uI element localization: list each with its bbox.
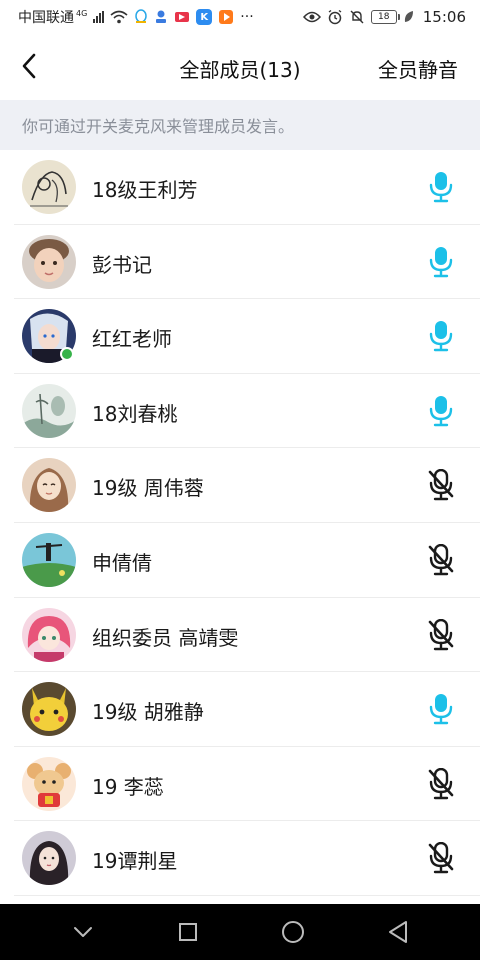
- microphone-muted-icon: [428, 618, 454, 650]
- microphone-muted-icon: [428, 842, 454, 874]
- sketch-avatar: [22, 160, 76, 214]
- member-name: 19 李蕊: [92, 774, 164, 799]
- status-bar: 中国联通 4G K ··· 18 15:06: [0, 0, 480, 34]
- ink-painting-avatar: [22, 383, 76, 438]
- chevron-down-icon: [73, 927, 92, 937]
- member-name: 18级王利芳: [92, 178, 198, 202]
- app-notification-icon: [156, 10, 167, 23]
- microphone-icon: [429, 321, 453, 352]
- pikachu-avatar: [22, 682, 76, 737]
- member-row[interactable]: 申倩倩: [0, 523, 480, 598]
- microphone-muted-icon: [428, 543, 454, 576]
- microphone-icon: [429, 172, 453, 203]
- nav-collapse-button[interactable]: [63, 912, 103, 952]
- mic-toggle[interactable]: [424, 319, 458, 353]
- microphone-icon: [429, 246, 453, 277]
- play-app-icon: [219, 10, 234, 24]
- mic-toggle[interactable]: [424, 543, 458, 577]
- pink-anime-avatar: [22, 607, 76, 662]
- member-name: 组织委员 高靖雯: [92, 625, 239, 650]
- member-row[interactable]: 组织委员 高靖雯: [0, 598, 480, 673]
- status-left: 中国联通 4G K ···: [18, 7, 254, 27]
- member-name: 19级 周伟蓉: [92, 476, 204, 501]
- member-name: 彭书记: [92, 252, 152, 277]
- member-row[interactable]: 19谭荆星: [0, 821, 480, 896]
- triangle-back-icon: [388, 921, 407, 943]
- network-type: 4G: [76, 8, 88, 18]
- mic-toggle[interactable]: [424, 618, 458, 652]
- alarm-icon: [328, 9, 342, 25]
- circle-icon: [281, 921, 304, 943]
- portrait-avatar: [22, 831, 76, 886]
- back-button[interactable]: [14, 50, 44, 82]
- wifi-icon: [110, 10, 128, 24]
- square-icon: [178, 923, 197, 941]
- member-row[interactable]: 红红老师: [0, 299, 480, 374]
- more-indicator: ···: [240, 9, 254, 25]
- nav-back-button[interactable]: [378, 912, 418, 952]
- mic-toggle[interactable]: [424, 245, 458, 279]
- qq-app-icon: [135, 9, 148, 23]
- mute-bell-icon: [350, 10, 364, 24]
- member-row[interactable]: 19级 周伟蓉: [0, 448, 480, 523]
- mic-toggle[interactable]: [424, 394, 458, 428]
- hint-banner: 你可通过开关麦克风来管理成员发言。: [0, 100, 480, 150]
- drawn-girl-avatar: [22, 458, 76, 513]
- eye-icon: [302, 11, 321, 23]
- nav-home-button[interactable]: [273, 912, 313, 952]
- member-row[interactable]: 19级 胡雅静: [0, 672, 480, 747]
- mic-toggle[interactable]: [424, 841, 458, 875]
- microphone-muted-icon: [428, 767, 454, 799]
- carrier-label: 中国联通: [18, 10, 74, 26]
- member-name: 红红老师: [92, 327, 172, 352]
- member-row[interactable]: 彭书记: [0, 225, 480, 300]
- system-nav-bar: [0, 904, 480, 960]
- k-app-icon: K: [196, 9, 213, 25]
- member-name: 18刘春桃: [92, 401, 178, 426]
- microphone-muted-icon: [428, 469, 454, 501]
- landscape-avatar: [22, 532, 76, 587]
- microphone-icon: [429, 694, 453, 725]
- nav-recents-button[interactable]: [168, 912, 208, 952]
- clock: 15:06: [422, 8, 466, 26]
- member-name: 申倩倩: [92, 550, 152, 575]
- member-name: 19谭荆星: [92, 849, 178, 874]
- status-right: 18 15:06: [302, 8, 466, 26]
- member-name: 19级 胡雅静: [92, 700, 204, 725]
- leaf-icon: [404, 11, 413, 22]
- signal-icon: [93, 11, 105, 23]
- mic-toggle[interactable]: [424, 170, 458, 204]
- child-avatar: [22, 234, 76, 289]
- video-app-icon: [175, 12, 190, 22]
- microphone-icon: [429, 395, 453, 426]
- battery-icon: 18: [370, 10, 400, 24]
- member-list: 18级王利芳 彭书记 红红老师 18刘春桃 19级 周伟蓉 申倩倩 组织委员 高…: [0, 150, 480, 896]
- cartoon-mouse-avatar: [22, 756, 76, 811]
- mic-toggle[interactable]: [424, 468, 458, 502]
- member-row[interactable]: 18级王利芳: [0, 150, 480, 225]
- mute-all-button[interactable]: 全员静音: [378, 54, 458, 83]
- mic-toggle[interactable]: [424, 767, 458, 801]
- online-status-dot: [60, 347, 74, 362]
- chevron-left-icon: [22, 53, 36, 79]
- member-row[interactable]: 18刘春桃: [0, 374, 480, 449]
- app-bar: 全部成员(13) 全员静音: [0, 34, 480, 98]
- member-row[interactable]: 19 李蕊: [0, 747, 480, 822]
- mic-toggle[interactable]: [424, 692, 458, 726]
